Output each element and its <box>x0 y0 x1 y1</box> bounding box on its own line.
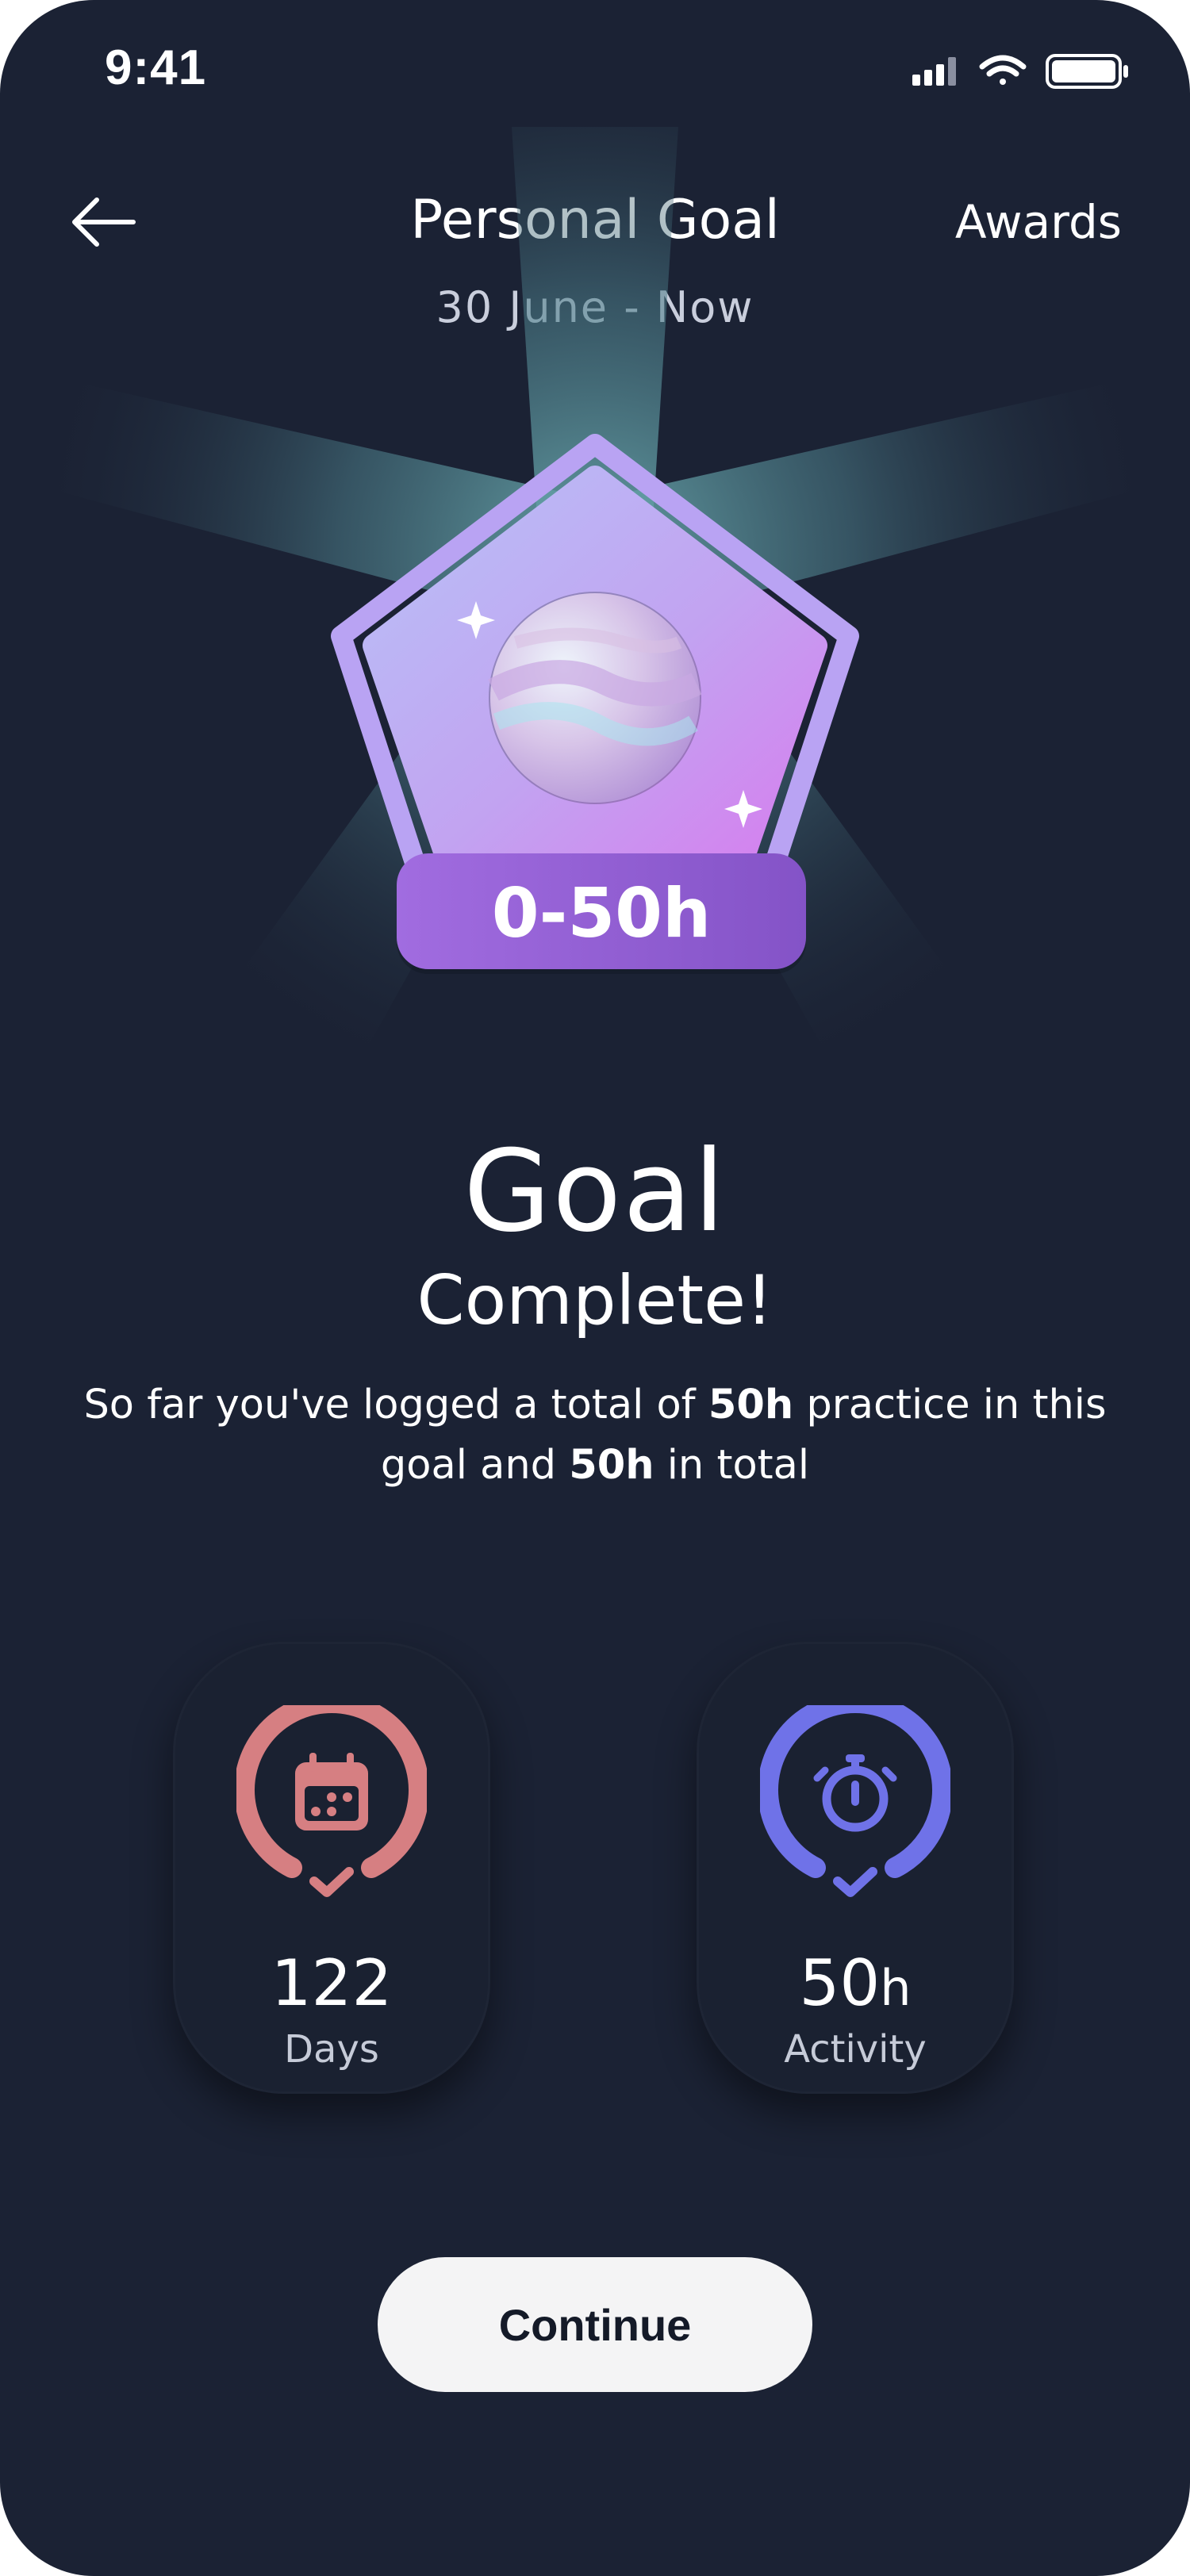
days-progress-ring <box>236 1705 427 1897</box>
activity-label: Activity <box>784 2027 927 2072</box>
check-icon <box>833 1867 877 1897</box>
days-value: 122 <box>173 1946 490 2020</box>
days-label: Days <box>284 2027 379 2072</box>
app-screen: 9:41 Personal Goal 30 June - Now Awards <box>0 0 1190 2576</box>
status-time: 9:41 <box>105 40 207 95</box>
activity-unit: h <box>880 1959 912 2017</box>
activity-stat-card: 50h Activity <box>697 1642 1014 2094</box>
planet-icon <box>488 592 702 804</box>
goal-summary: So far you've logged a total of 50h prac… <box>79 1375 1111 1496</box>
activity-value: 50h <box>697 1946 1014 2020</box>
battery-icon <box>1046 54 1128 89</box>
goal-subheading: Complete! <box>416 1261 774 1340</box>
days-number: 122 <box>271 1946 393 2020</box>
days-stat-card: 122 Days <box>173 1642 490 2094</box>
activity-progress-ring <box>760 1705 950 1897</box>
calendar-icon <box>295 1753 368 1830</box>
summary-text: in total <box>654 1442 810 1489</box>
check-icon <box>309 1867 354 1897</box>
signal-icon <box>912 57 956 86</box>
status-icons <box>912 54 1128 89</box>
continue-button[interactable]: Continue <box>378 2257 812 2392</box>
badge-range-label: 0-50h <box>491 874 712 953</box>
wifi-icon <box>979 55 1027 85</box>
summary-goal-hours: 50h <box>708 1382 794 1428</box>
stopwatch-icon <box>813 1754 897 1832</box>
summary-total-hours: 50h <box>569 1442 654 1489</box>
summary-text: So far you've logged a total of <box>83 1382 708 1428</box>
activity-number: 50 <box>799 1946 881 2020</box>
goal-heading: Goal <box>463 1126 727 1257</box>
